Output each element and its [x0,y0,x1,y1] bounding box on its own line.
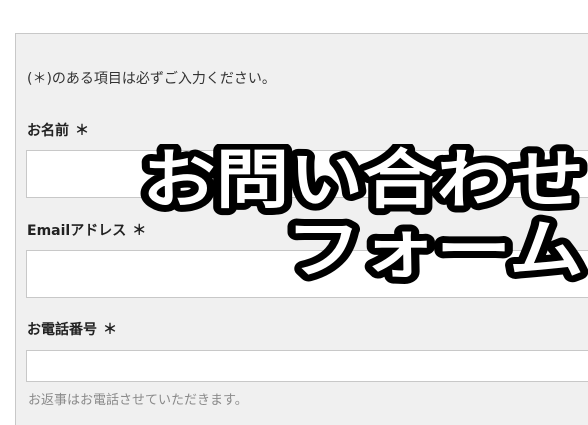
phone-label: お電話番号 ＊ [27,319,117,339]
phone-input[interactable] [26,350,588,382]
title-line-2: フォーム [286,214,584,288]
name-label-text: お名前 [27,123,69,139]
contact-form-page: (＊)のある項目は必ずご入力ください。 お名前＊ Emailアドレス＊ お電話番… [0,0,588,425]
title-line-1: お問い合わせ [142,144,584,218]
phone-label-text: お電話番号 [27,322,97,338]
name-label: お名前 ＊ [27,120,89,140]
name-required-mark: ＊ [75,123,89,139]
required-note: (＊)のある項目は必ずご入力ください。 [27,71,276,87]
email-label-text: Emailアドレス [27,223,127,239]
title-overlay: お問い合わせ フォーム [138,144,588,294]
title-overlay-svg: お問い合わせ フォーム [138,144,588,294]
phone-required-mark: ＊ [103,322,117,338]
email-label: Emailアドレス＊ [27,220,146,240]
phone-hint: お返事はお電話させていただきます。 [28,393,248,408]
